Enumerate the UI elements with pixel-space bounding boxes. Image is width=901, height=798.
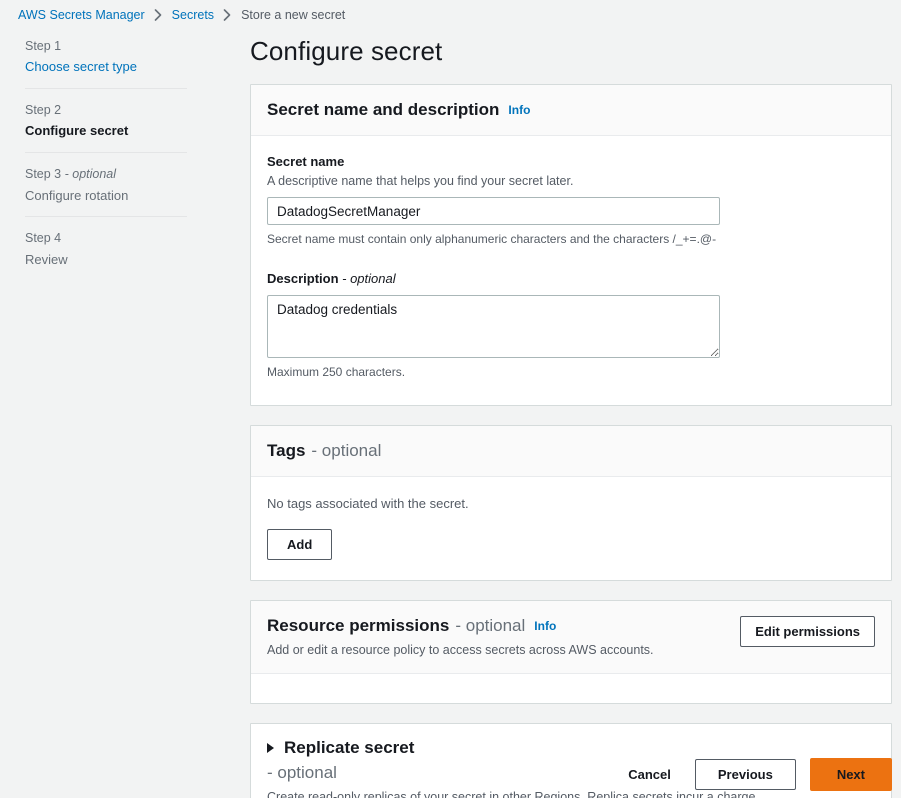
wizard-step-4-number: Step 4 — [25, 231, 62, 246]
resource-permissions-optional-tag: - optional — [455, 616, 526, 636]
info-link[interactable]: Info — [508, 103, 530, 119]
page-title: Configure secret — [250, 36, 443, 66]
sidebar-item-review: Review — [25, 251, 68, 267]
tags-card-header: Tags - optional — [251, 425, 891, 477]
secret-card-title: Secret name and description — [267, 100, 500, 120]
next-button[interactable]: Next — [809, 758, 892, 791]
wizard-step-navigation: Step 1 Choose secret type Step 2 Configu… — [25, 38, 187, 281]
replicate-secret-title: Replicate secret — [284, 738, 415, 758]
previous-button[interactable]: Previous — [694, 759, 796, 790]
wizard-step-4: Step 4 Review — [25, 216, 187, 280]
tags-card-title-row: Tags - optional — [267, 440, 875, 462]
replicate-secret-expander[interactable]: Replicate secret — [267, 738, 875, 758]
breadcrumb: AWS Secrets Manager Secrets Store a new … — [18, 8, 345, 22]
cancel-button[interactable]: Cancel — [618, 759, 681, 790]
breadcrumb-separator-icon-2 — [223, 9, 232, 21]
resource-permissions-header-left: Resource permissions - optional Info Add… — [267, 615, 740, 659]
wizard-step-1[interactable]: Step 1 Choose secret type — [25, 38, 187, 88]
wizard-step-2-number: Step 2 — [25, 103, 62, 118]
resource-permissions-header: Resource permissions - optional Info Add… — [251, 601, 891, 675]
field-spacer — [267, 252, 875, 271]
secret-name-description: A descriptive name that helps you find y… — [267, 174, 574, 189]
secret-name-label: Secret name — [267, 154, 345, 170]
edit-permissions-button[interactable]: Edit permissions — [740, 616, 875, 648]
wizard-step-3-number: Step 3 - optional — [25, 167, 117, 182]
secret-card-title-row: Secret name and description Info — [267, 99, 875, 121]
tags-card-title: Tags — [267, 440, 306, 460]
secret-name-field-group: Secret name A descriptive name that help… — [267, 154, 875, 248]
description-optional-tag: - optional — [342, 271, 396, 287]
description-textarea[interactable] — [267, 294, 720, 358]
secret-card-header: Secret name and description Info — [251, 85, 891, 137]
add-tag-button[interactable]: Add — [267, 529, 333, 561]
description-field-group: Description - optional Maximum 250 chara… — [267, 271, 875, 381]
wizard-step-3: Step 3 - optional Configure rotation — [25, 152, 187, 216]
resource-permissions-description: Add or edit a resource policy to access … — [267, 643, 654, 658]
resource-permissions-title: Resource permissions — [267, 616, 450, 636]
sidebar-item-configure-rotation: Configure rotation — [25, 187, 129, 203]
tags-card: Tags - optional No tags associated with … — [250, 424, 892, 582]
description-hint: Maximum 250 characters. — [267, 364, 406, 379]
sidebar-item-configure-secret: Configure secret — [25, 123, 129, 139]
wizard-step-2: Step 2 Configure secret — [25, 88, 187, 152]
chevron-right-icon — [267, 743, 274, 754]
secret-card-body: Secret name A descriptive name that help… — [251, 136, 891, 405]
resource-permissions-empty-body — [251, 674, 891, 703]
secret-name-input[interactable] — [267, 197, 720, 226]
breadcrumb-separator-icon — [154, 9, 163, 21]
resource-permissions-card: Resource permissions - optional Info Add… — [250, 600, 892, 705]
main-content: Configure secret Secret name and descrip… — [250, 36, 892, 798]
resource-permissions-title-row: Resource permissions - optional Info — [267, 615, 740, 637]
wizard-step-1-number: Step 1 — [25, 39, 62, 53]
wizard-footer-actions: Cancel Previous Next — [618, 758, 892, 791]
sidebar-item-choose-secret-type[interactable]: Choose secret type — [25, 59, 187, 76]
breadcrumb-item-aws-secrets-manager[interactable]: AWS Secrets Manager — [18, 8, 145, 22]
secret-name-hint: Secret name must contain only alphanumer… — [267, 232, 717, 247]
tags-optional-tag: - optional — [311, 440, 382, 460]
description-label: Description - optional — [267, 271, 396, 287]
tags-empty-message: No tags associated with the secret. — [267, 495, 469, 511]
info-link-resource-permissions[interactable]: Info — [534, 619, 556, 635]
breadcrumb-item-current: Store a new secret — [241, 8, 346, 22]
resource-permissions-header-row: Resource permissions - optional Info Add… — [267, 615, 875, 659]
configure-secret-page: AWS Secrets Manager Secrets Store a new … — [0, 0, 901, 798]
secret-name-description-card: Secret name and description Info Secret … — [250, 84, 892, 406]
breadcrumb-item-secrets[interactable]: Secrets — [172, 8, 214, 22]
tags-card-body: No tags associated with the secret. Add — [251, 477, 891, 580]
